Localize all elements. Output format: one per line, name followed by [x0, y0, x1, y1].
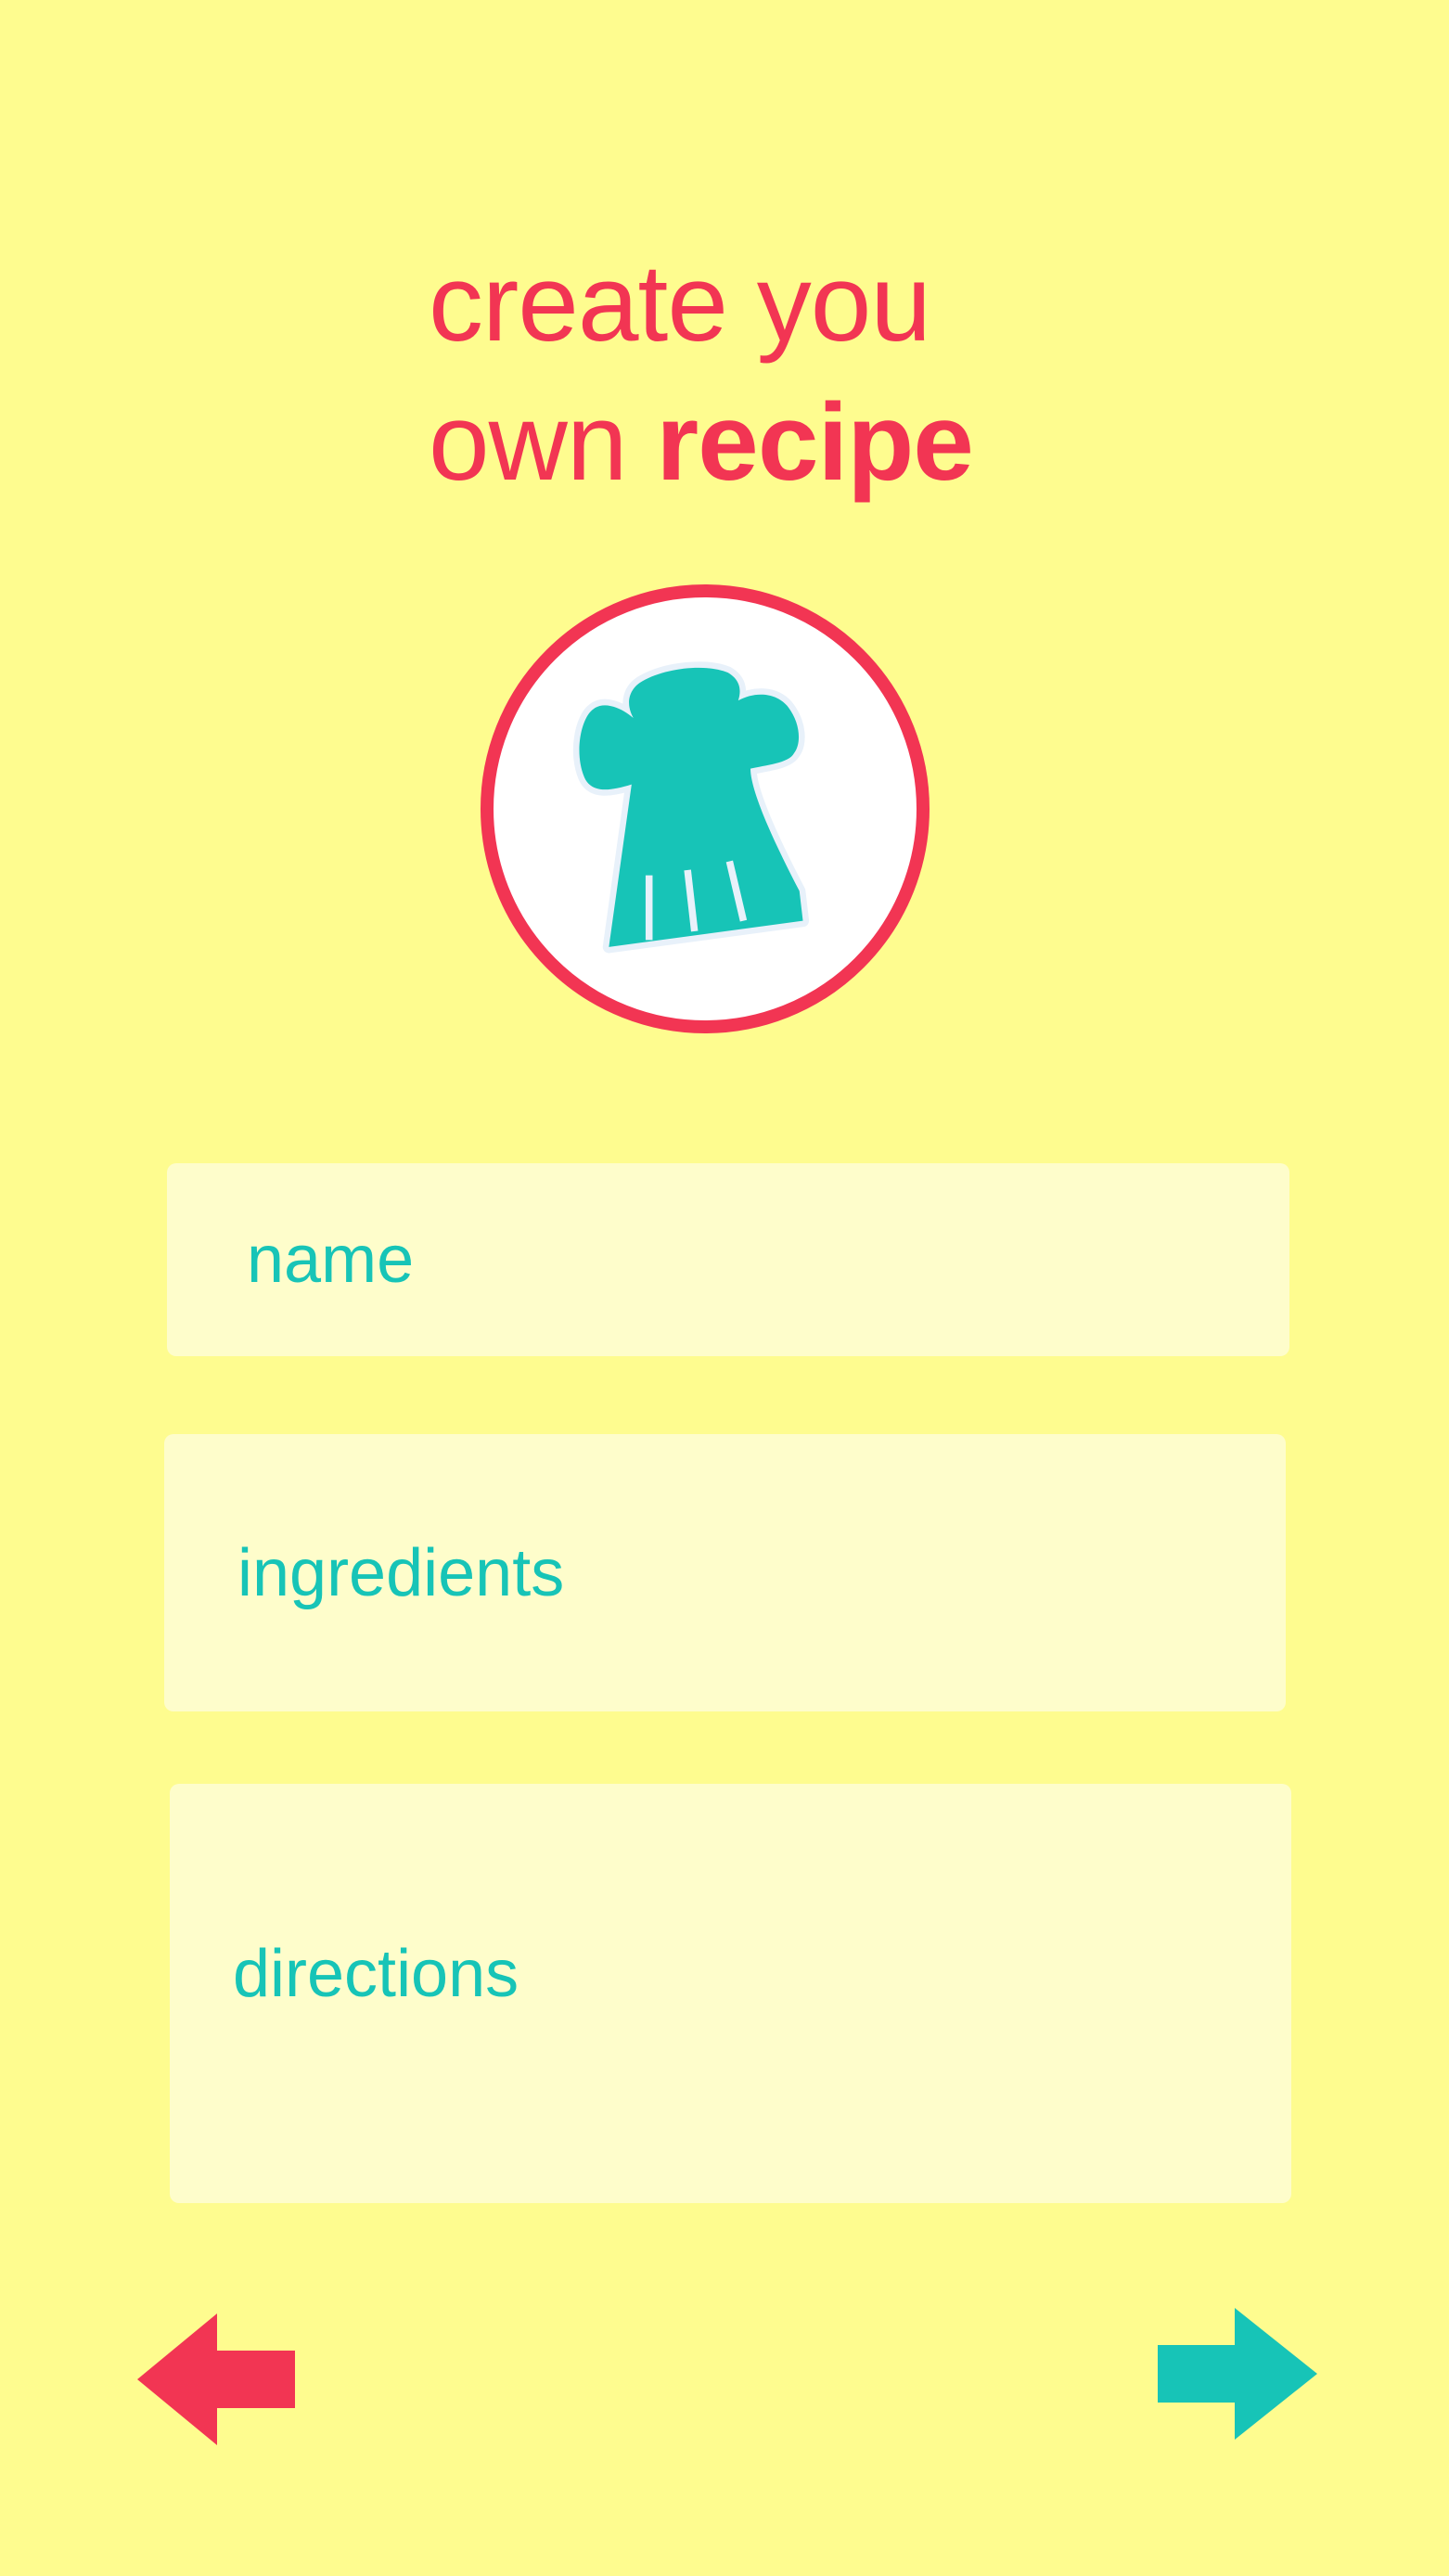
title-line-2: own recipe [429, 373, 974, 512]
page-title: create you own recipe [429, 234, 974, 512]
ingredients-input[interactable] [164, 1434, 1286, 1711]
next-button[interactable] [1155, 2308, 1317, 2440]
recipe-avatar[interactable] [481, 584, 930, 1033]
recipe-name-input[interactable] [167, 1163, 1289, 1356]
chef-hat-icon [572, 661, 810, 954]
arrow-right-icon [1158, 2308, 1317, 2440]
title-line-2-prefix: own [429, 381, 657, 504]
title-line-1: create you [429, 242, 931, 365]
back-button[interactable] [137, 2313, 300, 2445]
title-line-2-bold: recipe [656, 381, 974, 504]
arrow-left-icon [137, 2313, 295, 2445]
directions-textarea[interactable] [170, 1784, 1291, 2203]
